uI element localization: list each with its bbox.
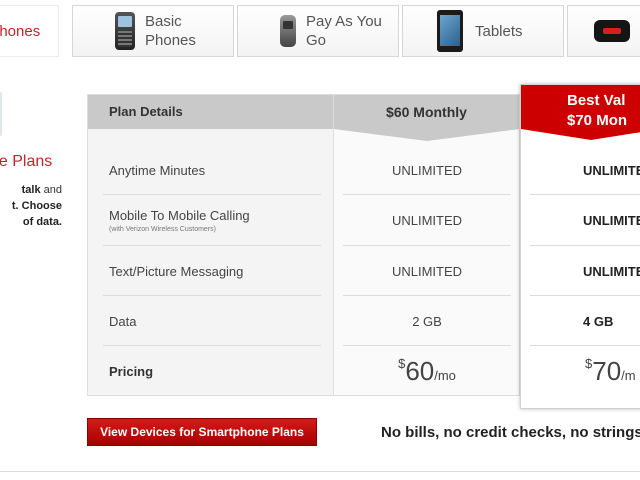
price-unit: /m: [621, 367, 636, 383]
cell-value: 4 GB: [583, 313, 614, 329]
tab-label: Tablets: [475, 22, 523, 40]
table-row: Data: [88, 296, 335, 346]
mobile-hotspot-icon: [594, 20, 630, 42]
best-value-title: Best Val $70 Mon: [567, 91, 627, 131]
tab-label: Pay As You Go: [306, 13, 382, 49]
tab-basic-phones[interactable]: Basic Phones: [72, 5, 234, 57]
plan-70-title: $70 Mon: [567, 112, 628, 129]
row-label: Pricing: [109, 363, 154, 379]
cell-value: UNLIMITE: [583, 263, 640, 279]
divider: [0, 471, 640, 472]
tab-label: phones: [0, 22, 41, 40]
flip-phone-icon: [280, 15, 296, 47]
table-row: Anytime Minutes: [88, 145, 335, 195]
tab-tablets[interactable]: Tablets: [402, 5, 564, 57]
row-label: Data: [109, 313, 137, 329]
row-label-text: Mobile To Mobile Calling: [109, 207, 250, 223]
row-label: Mobile To Mobile Calling (with Verizon Wi…: [88, 208, 250, 233]
cell-value: 2 GB: [412, 313, 442, 329]
tablet-icon: [437, 10, 463, 52]
price-unit: /mo: [434, 367, 456, 383]
plan-60-price: $60/mo: [334, 356, 520, 387]
table-row: Pricing: [88, 346, 335, 396]
plan-70-column: Best Val $70 Mon UNLIMITE UNLIMITE UNLIM…: [520, 84, 640, 409]
plan-60-column: $60 Monthly UNLIMITED UNLIMITED UNLIMITE…: [334, 94, 520, 396]
tab-label: Basic Phones: [145, 13, 196, 49]
table-cell: UNLIMITE: [521, 145, 640, 195]
tab-smartphones[interactable]: phones: [0, 5, 59, 57]
table-cell: $60/mo: [334, 346, 520, 396]
plan-60-header: $60 Monthly: [334, 95, 519, 129]
table-cell: UNLIMITED: [334, 145, 520, 195]
plan-details-header: Plan Details: [88, 95, 333, 129]
basic-phone-icon: [115, 12, 135, 50]
tab-mobile-hotspots[interactable]: [567, 5, 640, 57]
price-amount: 60: [405, 355, 435, 386]
table-cell: 2 GB: [334, 296, 520, 346]
table-cell: UNLIMITED: [334, 195, 520, 245]
table-cell: UNLIMITE: [521, 195, 640, 245]
plan-60-header-arrow: [334, 129, 520, 141]
sidebar-desc-text: and: [40, 184, 62, 196]
device-category-tabs: phones Basic Phones Pay As You Go Tablet…: [0, 0, 640, 58]
table-cell: UNLIMITE: [521, 246, 640, 296]
price-amount: 70: [592, 355, 622, 386]
table-cell: UNLIMITED: [334, 246, 520, 296]
table-row: Mobile To Mobile Calling (with Verizon Wi…: [88, 195, 335, 245]
tab-pay-as-you-go[interactable]: Pay As You Go: [237, 5, 399, 57]
cell-value: UNLIMITED: [391, 263, 463, 279]
plan-60-title: $60 Monthly: [386, 104, 467, 120]
row-sublabel: (with Verizon Wireless Customers): [109, 225, 216, 233]
cell-value: UNLIMITED: [391, 162, 463, 178]
sidebar-desc-bold: t. Choose: [11, 200, 62, 212]
best-value-label: Best Val: [567, 92, 626, 109]
sidebar-desc-bold: of data.: [22, 216, 62, 228]
table-cell: 4 GB: [521, 296, 640, 346]
best-value-badge: Best Val $70 Mon: [521, 85, 640, 129]
table-row: Text/Picture Messaging: [88, 246, 335, 296]
sidebar-phone-image: [0, 92, 2, 136]
sidebar-desc-bold: talk: [21, 184, 41, 196]
plan-comparison-table: Plan Details Anytime Minutes Mobile To M…: [87, 84, 640, 409]
tagline: No bills, no credit checks, no strings: [381, 424, 640, 441]
plan-70-price: $70/m: [521, 356, 640, 387]
cell-value: UNLIMITED: [391, 212, 463, 228]
view-devices-button[interactable]: View Devices for Smartphone Plans: [87, 418, 317, 446]
cell-value: UNLIMITE: [583, 212, 640, 228]
row-label: Text/Picture Messaging: [109, 263, 244, 279]
best-value-arrow: [521, 129, 640, 140]
table-cell: $70/m: [521, 346, 640, 396]
sidebar-description: talk and t. Choose of data.: [0, 182, 62, 230]
cell-value: UNLIMITE: [583, 162, 640, 178]
plan-details-column: Plan Details Anytime Minutes Mobile To M…: [87, 94, 334, 396]
row-label: Anytime Minutes: [109, 162, 206, 178]
sidebar-title: ne Plans: [0, 153, 53, 170]
